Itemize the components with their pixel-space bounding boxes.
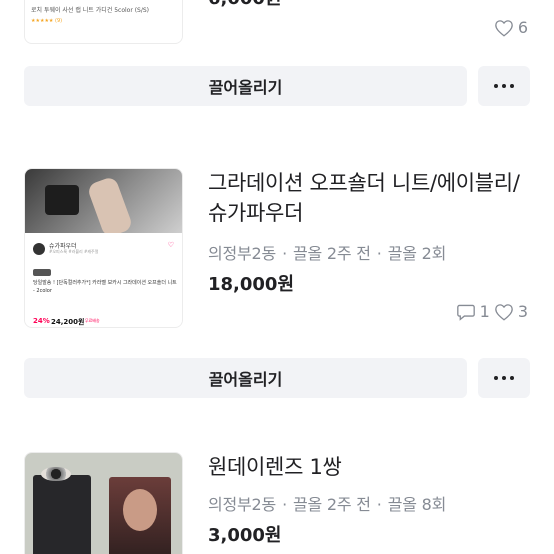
listing-price: 6,000원 [208,0,282,10]
listing-price: 3,000원 [208,525,282,546]
listing-thumbnail[interactable] [24,452,183,554]
shop-tags: #오피스룩 #러블리 #캐주얼 [49,249,99,254]
heart-icon [494,19,513,37]
thumbnail-shipping-badge: 무료배송 [85,318,100,323]
thumbnail-rating: ★★★★★ (9) [31,18,63,24]
listing-title: 원데이렌즈 1쌍 [208,455,342,479]
listing-thumbnail[interactable]: 로치 투웨이 사선 랩 니트 가디건 5color (S/S) ★★★★★ (9… [24,0,183,44]
thumbnail-photo [25,169,182,239]
chat-icon [456,304,475,321]
heart-icon [494,303,513,321]
listing-location: 의정부2동 [208,244,277,263]
bump-button[interactable]: 끌어올리기 [24,66,467,106]
listing-bump-count: 끌올 8회 [387,495,447,514]
listing-counts: 1 3 [456,302,528,321]
listing-meta: 의정부2동 · 끌올 2주 전 · 끌올 2회 [208,244,447,263]
like-count: 6 [517,18,528,37]
chat-count: 1 [479,302,490,321]
like-count: 3 [517,302,528,321]
more-dots-icon [494,84,498,88]
listing-price: 18,000원 [208,274,295,295]
more-options-button[interactable] [478,66,530,106]
shop-tag-badge [33,269,51,276]
bump-button[interactable]: 끌어올리기 [24,358,467,398]
thumbnail-caption: 로치 투웨이 사선 랩 니트 가디건 5color (S/S) [31,7,150,14]
more-options-button[interactable] [478,358,530,398]
shop-avatar [33,243,45,255]
listing-thumbnail[interactable]: 슈가파우더 #오피스룩 #러블리 #캐주얼 ♡ 당일발송 ! [단독컬러추가*]… [24,168,183,328]
listing-location: 의정부2동 [208,495,277,514]
thumbnail-discount: 24% [33,317,50,325]
thumbnail-price: 24,200원 [51,318,85,326]
listing-time: 끌올 2주 전 [292,244,371,263]
thumbnail-description: 당일발송 ! [단독컬러추가*] 카라멜 보카시 그라데이션 오프숄더 니트 -… [33,280,177,294]
thumbnail-heart-icon: ♡ [167,241,174,249]
listing-counts: 6 [494,18,528,37]
thumbnail-photo [25,453,182,554]
listing-bump-count: 끌올 2회 [387,244,447,263]
listing-title: 그라데이션 오프숄더 니트/에이블리/슈가파우더 [208,171,520,225]
listing-time: 끌올 2주 전 [292,495,371,514]
listing-meta: 의정부2동 · 끌올 2주 전 · 끌올 8회 [208,495,447,514]
more-dots-icon [494,376,498,380]
